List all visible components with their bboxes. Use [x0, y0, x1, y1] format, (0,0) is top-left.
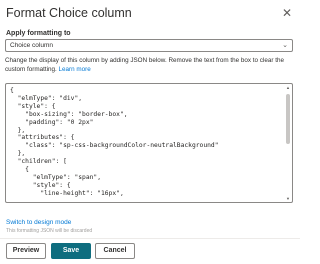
- close-icon[interactable]: ✕: [282, 6, 292, 20]
- dropdown-selected-value: Choice column: [10, 42, 53, 49]
- scroll-up-icon[interactable]: ▲: [285, 85, 291, 90]
- json-editor-content[interactable]: { "elmType": "div", "style": { "box-sizi…: [6, 84, 292, 198]
- description-text: Change the display of this column by add…: [5, 57, 297, 74]
- switch-to-design-mode-link[interactable]: Switch to design mode: [6, 219, 71, 226]
- preview-button[interactable]: Preview: [6, 243, 46, 259]
- description-body: Change the display of this column by add…: [5, 57, 284, 73]
- json-editor[interactable]: { "elmType": "div", "style": { "box-sizi…: [5, 83, 293, 203]
- apply-formatting-label: Apply formatting to: [6, 30, 71, 37]
- scrollbar-thumb[interactable]: [286, 94, 290, 144]
- learn-more-link[interactable]: Learn more: [59, 66, 91, 73]
- cancel-button[interactable]: Cancel: [95, 243, 135, 259]
- editor-scrollbar[interactable]: ▲ ▼: [285, 85, 291, 201]
- discard-note: This formatting JSON will be discarded: [6, 228, 93, 234]
- scroll-down-icon[interactable]: ▼: [285, 196, 291, 201]
- footer-divider: [0, 238, 300, 239]
- format-column-panel: Format Choice column ✕ Apply formatting …: [0, 0, 300, 264]
- apply-formatting-dropdown[interactable]: Choice column ⌄: [5, 39, 293, 52]
- chevron-down-icon: ⌄: [282, 42, 288, 49]
- panel-title: Format Choice column: [6, 6, 132, 20]
- save-button[interactable]: Save: [51, 243, 91, 259]
